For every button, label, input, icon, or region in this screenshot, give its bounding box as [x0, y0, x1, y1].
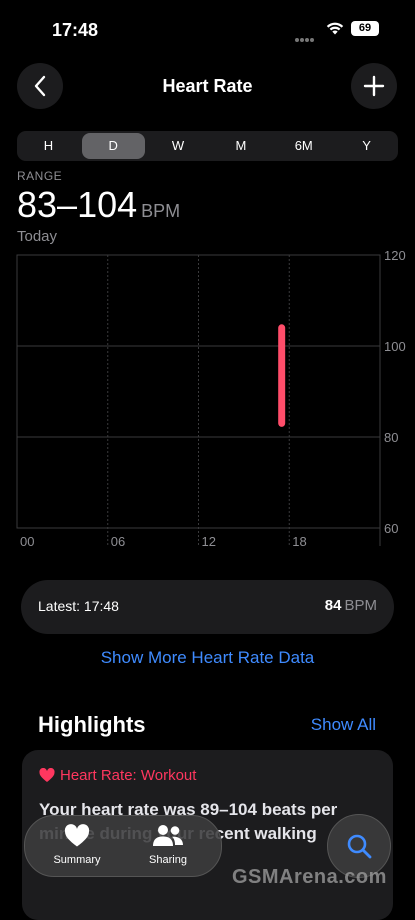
range-value-block: 83–104 BPM: [17, 184, 180, 226]
latest-value: 84: [324, 597, 342, 614]
people-icon: [153, 825, 183, 846]
tab-sharing-label: Sharing: [149, 854, 187, 866]
range-label: RANGE: [17, 169, 63, 183]
segment-day[interactable]: D: [81, 133, 145, 159]
time-range-segmented-control: H D W M 6M Y: [17, 131, 398, 161]
show-more-heart-rate-link[interactable]: Show More Heart Rate Data: [0, 648, 415, 668]
status-time: 17:48: [52, 20, 99, 40]
tab-bar: Summary Sharing: [24, 815, 222, 877]
tab-summary-label: Summary: [53, 854, 101, 866]
heart-rate-chart[interactable]: 120 100 80 60 00 06 12 18: [0, 248, 415, 558]
segment-year[interactable]: Y: [335, 131, 398, 161]
y-tick-label: 120: [384, 248, 406, 263]
segment-week[interactable]: W: [147, 131, 210, 161]
highlights-heading: Highlights: [38, 712, 146, 737]
latest-label: Latest: 17:48: [38, 598, 119, 614]
range-date: Today: [17, 228, 58, 245]
latest-reading-card[interactable]: Latest: 17:48 84 BPM: [21, 580, 394, 634]
x-tick-label: 18: [292, 534, 306, 549]
highlight-card-title: Heart Rate: Workout: [60, 767, 197, 784]
search-icon: [347, 834, 372, 859]
highlight-card-title-row: Heart Rate: Workout: [39, 767, 196, 784]
heart-icon: [64, 824, 90, 847]
range-value: 83–104: [17, 184, 138, 225]
x-tick-label: 00: [20, 534, 34, 549]
status-bar: 17:48 69: [0, 0, 415, 60]
y-tick-label: 80: [384, 430, 398, 445]
segment-6-months[interactable]: 6M: [272, 131, 335, 161]
segment-month[interactable]: M: [209, 131, 272, 161]
cellular-signal-icon: [295, 29, 319, 42]
range-unit: BPM: [141, 201, 181, 221]
tab-sharing[interactable]: Sharing: [128, 824, 208, 866]
x-tick-label: 06: [111, 534, 125, 549]
latest-unit: BPM: [344, 597, 377, 614]
wifi-icon: [326, 22, 344, 35]
show-all-link[interactable]: Show All: [311, 715, 376, 735]
latest-value-block: 84 BPM: [325, 597, 377, 614]
heart-icon: [39, 768, 55, 782]
segment-hour[interactable]: H: [17, 131, 80, 161]
add-data-button[interactable]: [351, 63, 397, 109]
tab-summary[interactable]: Summary: [37, 824, 117, 866]
battery-indicator: 69: [351, 21, 379, 36]
y-tick-label: 60: [384, 521, 398, 536]
y-tick-label: 100: [384, 339, 406, 354]
chart-svg: 120 100 80 60 00 06 12 18: [16, 248, 406, 549]
watermark: GSMArena.com: [232, 866, 387, 888]
x-tick-label: 12: [202, 534, 216, 549]
plus-icon: [363, 75, 385, 97]
